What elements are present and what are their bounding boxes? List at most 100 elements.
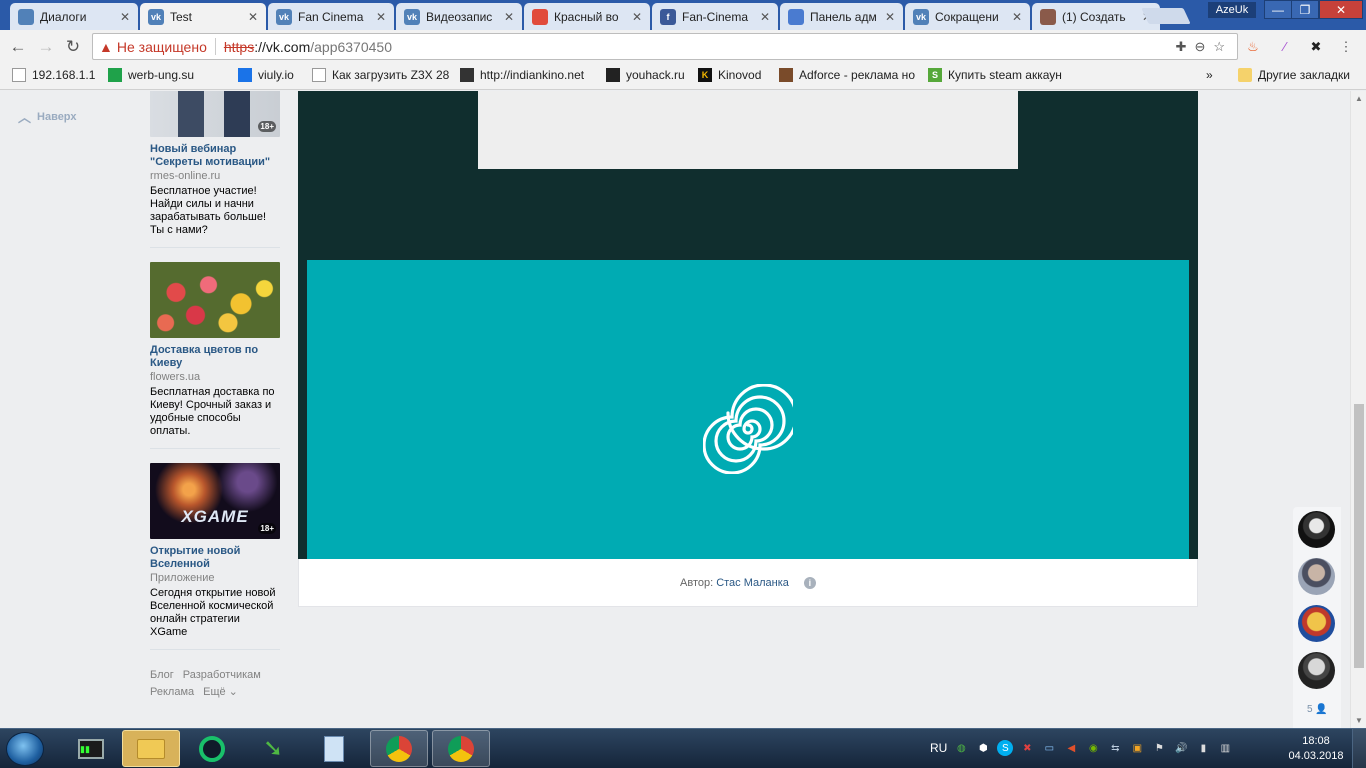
page-scrollbar[interactable]: ▲ ▼ bbox=[1350, 91, 1366, 728]
calculator-icon[interactable] bbox=[305, 730, 363, 767]
new-tab-button[interactable] bbox=[1141, 8, 1191, 24]
ad-image-webinar[interactable]: 18+ bbox=[150, 91, 280, 137]
friend-avatar[interactable] bbox=[1298, 558, 1335, 595]
footer-link-blog[interactable]: Блог bbox=[150, 669, 174, 681]
language-indicator[interactable]: RU bbox=[930, 741, 947, 755]
friends-online-count[interactable]: 5 👤 bbox=[1307, 704, 1328, 715]
browser-tab[interactable]: (1) Создать✕ bbox=[1032, 3, 1160, 30]
browser-tab[interactable]: vk Fan Cinema ✕ bbox=[268, 3, 394, 30]
ad-image-tulips[interactable] bbox=[150, 262, 280, 338]
ad-title[interactable]: Доставка цветов по Киеву bbox=[150, 344, 280, 370]
bookmark-item[interactable]: S Купить steam аккаун bbox=[928, 68, 1062, 82]
browser-tab[interactable]: Красный во ✕ bbox=[524, 3, 650, 30]
address-bar[interactable]: ▲ Не защищено https://vk.com/app6370450 … bbox=[92, 33, 1238, 60]
windows-taskbar: ▮▮ ➘ RU ◍ ⬢ S ✖ ▭ ◀ ◉ ⇆ ▣ ⚑ 🔊 ▮ ▥ 18:08 … bbox=[0, 728, 1366, 768]
ad-title[interactable]: Новый вебинар "Секреты мотивации" bbox=[150, 143, 280, 169]
x-extension-icon[interactable]: ✖ bbox=[1308, 39, 1324, 55]
clock-time: 18:08 bbox=[1302, 735, 1330, 747]
scroll-down-icon[interactable]: ▼ bbox=[1355, 716, 1363, 725]
app-loading-screen[interactable] bbox=[307, 260, 1189, 559]
media-icon[interactable]: ◀ bbox=[1063, 740, 1079, 756]
nvidia-icon[interactable]: ◉ bbox=[1085, 740, 1101, 756]
close-tab-icon[interactable]: ✕ bbox=[504, 10, 516, 24]
security-status[interactable]: Не защищено bbox=[117, 39, 207, 55]
close-tab-icon[interactable]: ✕ bbox=[1012, 10, 1024, 24]
bookmark-item[interactable]: http://indiankino.net bbox=[460, 68, 584, 82]
scroll-up-icon[interactable]: ▲ bbox=[1355, 94, 1363, 103]
file-explorer-icon[interactable] bbox=[122, 730, 180, 767]
close-window-button[interactable]: ✕ bbox=[1319, 0, 1363, 19]
start-button[interactable] bbox=[6, 732, 44, 766]
footer-link-more[interactable]: Ещё ⌄ bbox=[203, 686, 238, 698]
network-icon[interactable]: ▥ bbox=[1217, 740, 1233, 756]
flag-icon[interactable]: ⚑ bbox=[1151, 740, 1167, 756]
terminal-icon[interactable]: ▮▮ bbox=[62, 730, 120, 767]
footer-link-ads[interactable]: Реклама bbox=[150, 686, 194, 698]
close-tab-icon[interactable]: ✕ bbox=[120, 10, 132, 24]
chrome-icon[interactable] bbox=[370, 730, 428, 767]
bookmark-item[interactable]: werb-ung.su bbox=[108, 68, 194, 82]
system-clock[interactable]: 18:08 04.03.2018 bbox=[1288, 734, 1344, 764]
warning-icon[interactable]: ▲ bbox=[99, 39, 113, 55]
show-desktop-button[interactable] bbox=[1352, 729, 1366, 768]
scroll-thumb[interactable] bbox=[1354, 404, 1364, 668]
profile-name[interactable]: AzeUk bbox=[1208, 2, 1256, 18]
reload-icon[interactable]: ↻ bbox=[63, 37, 83, 57]
ad-title[interactable]: Открытие новой Вселенной bbox=[150, 545, 280, 571]
network-globe-icon[interactable]: ◍ bbox=[953, 740, 969, 756]
bookmark-item[interactable]: youhack.ru bbox=[606, 68, 685, 82]
device-icon[interactable]: ▭ bbox=[1041, 740, 1057, 756]
browser-tab[interactable]: f Fan-Cinema ✕ bbox=[652, 3, 778, 30]
feather-extension-icon[interactable]: ⁄ bbox=[1277, 39, 1293, 55]
minimize-button[interactable]: — bbox=[1264, 0, 1292, 19]
chrome-icon[interactable] bbox=[432, 730, 490, 767]
close-tab-icon[interactable]: ✕ bbox=[376, 10, 388, 24]
friend-avatar[interactable] bbox=[1298, 511, 1335, 548]
zoom-icon[interactable]: ⊖ bbox=[1194, 39, 1205, 55]
forward-icon[interactable]: → bbox=[36, 37, 56, 57]
close-tab-icon[interactable]: ✕ bbox=[760, 10, 772, 24]
ad-block[interactable]: 18+ Новый вебинар "Секреты мотивации" rm… bbox=[150, 91, 280, 248]
browser-tab[interactable]: Диалоги ✕ bbox=[10, 3, 138, 30]
bookmark-item[interactable]: Как загрузить Z3X 28 bbox=[312, 68, 449, 82]
ad-block[interactable]: Доставка цветов по Киеву flowers.ua Бесп… bbox=[150, 262, 280, 449]
usb-icon[interactable]: ⇆ bbox=[1107, 740, 1123, 756]
bookmarks-overflow[interactable]: » bbox=[1206, 68, 1213, 82]
shield-icon[interactable]: ⬢ bbox=[975, 740, 991, 756]
bookmark-item[interactable]: 192.168.1.1 bbox=[12, 68, 95, 82]
close-tab-icon[interactable]: ✕ bbox=[632, 10, 644, 24]
bookmark-star-icon[interactable]: ☆ bbox=[1213, 39, 1225, 55]
browser-tab[interactable]: vk Видеозапис ✕ bbox=[396, 3, 522, 30]
error-icon[interactable]: ✖ bbox=[1019, 740, 1035, 756]
download-manager-icon[interactable]: ➘ bbox=[244, 730, 302, 767]
fire-extension-icon[interactable]: ♨ bbox=[1245, 39, 1261, 55]
info-icon[interactable]: i bbox=[803, 576, 816, 589]
bookmark-item[interactable]: Adforce - реклама но bbox=[779, 68, 915, 82]
scroll-to-top-link[interactable]: ︿ Наверх bbox=[18, 107, 77, 126]
maximize-button[interactable]: ❐ bbox=[1291, 0, 1319, 19]
author-link[interactable]: Стас Маланка bbox=[716, 577, 789, 589]
app-tray-icon[interactable]: ▣ bbox=[1129, 740, 1145, 756]
footer-link-developers[interactable]: Разработчикам bbox=[183, 669, 261, 681]
app-frame[interactable] bbox=[298, 91, 1198, 559]
divider bbox=[214, 38, 216, 55]
opera-icon[interactable] bbox=[183, 730, 241, 767]
extension-puzzle-icon[interactable]: ✚ bbox=[1176, 39, 1187, 55]
bookmark-item[interactable]: viuly.io bbox=[238, 68, 294, 82]
power-icon[interactable]: ▮ bbox=[1195, 740, 1211, 756]
friend-avatar[interactable] bbox=[1298, 605, 1335, 642]
browser-tab[interactable]: vk Сокращени ✕ bbox=[905, 3, 1030, 30]
browser-tab[interactable]: Панель адм ✕ bbox=[780, 3, 903, 30]
browser-tab[interactable]: vk Test ✕ bbox=[140, 3, 266, 30]
close-tab-icon[interactable]: ✕ bbox=[885, 10, 897, 24]
other-bookmarks[interactable]: Другие закладки bbox=[1238, 68, 1350, 82]
ad-block[interactable]: XGAME 18+ Открытие новой Вселенной Прило… bbox=[150, 463, 280, 650]
menu-icon[interactable]: ⋮ bbox=[1338, 39, 1354, 55]
bookmark-item[interactable]: K Kinovod bbox=[698, 68, 761, 82]
friend-avatar[interactable] bbox=[1298, 652, 1335, 689]
back-icon[interactable]: ← bbox=[8, 37, 28, 57]
ad-image-xgame[interactable]: XGAME 18+ bbox=[150, 463, 280, 539]
close-tab-icon[interactable]: ✕ bbox=[248, 10, 260, 24]
skype-icon[interactable]: S bbox=[997, 740, 1014, 756]
volume-icon[interactable]: 🔊 bbox=[1173, 740, 1189, 756]
